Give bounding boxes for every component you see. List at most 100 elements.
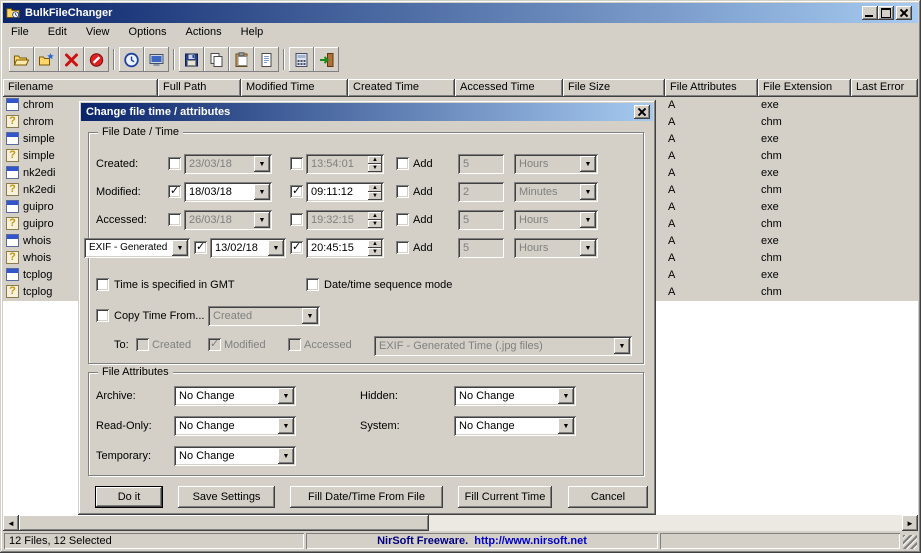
paste-button[interactable]: [229, 47, 254, 72]
spin-up-icon[interactable]: [368, 184, 382, 192]
dropdown-arrow-icon[interactable]: [254, 212, 270, 228]
save-settings-button[interactable]: Save Settings: [178, 486, 275, 508]
modified-time-checkbox[interactable]: [290, 184, 303, 198]
spin-down-icon[interactable]: [368, 192, 382, 200]
fill-current-time-button[interactable]: Fill Current Time: [458, 486, 552, 508]
column-header-file-extension[interactable]: File Extension: [758, 79, 851, 97]
to-accessed-checkbox[interactable]: [288, 338, 301, 351]
spin-up-icon[interactable]: [368, 240, 382, 248]
menu-options[interactable]: Options: [121, 23, 175, 40]
dialog-title-bar[interactable]: Change file time / attributes: [81, 103, 653, 121]
archive-select[interactable]: No Change: [174, 386, 296, 406]
column-header-last-error[interactable]: Last Error: [851, 79, 918, 97]
accessed-add-checkbox[interactable]: [396, 213, 409, 226]
modified-time-field[interactable]: 09:11:12: [306, 182, 384, 202]
accessed-date-picker[interactable]: 26/03/18: [184, 210, 272, 230]
copy-time-checkbox[interactable]: [96, 309, 109, 322]
dropdown-arrow-icon[interactable]: [614, 338, 630, 354]
accessed-date-checkbox[interactable]: [168, 213, 181, 226]
change-time-button[interactable]: [119, 47, 144, 72]
modified-add-value-field[interactable]: 2: [458, 182, 504, 202]
exit-button[interactable]: [314, 47, 339, 72]
created-time-field[interactable]: 13:54:01: [306, 154, 384, 174]
column-header-file-size[interactable]: File Size: [563, 79, 665, 97]
nirsoft-url[interactable]: http://www.nirsoft.net: [474, 535, 587, 547]
minimize-button[interactable]: [862, 6, 878, 20]
spin-up-icon[interactable]: [368, 212, 382, 220]
remove-files-button[interactable]: [59, 47, 84, 72]
column-header-accessed-time[interactable]: Accessed Time: [455, 79, 563, 97]
maximize-button[interactable]: [878, 6, 894, 20]
scroll-left-arrow-icon[interactable]: [3, 515, 19, 531]
column-header-created-time[interactable]: Created Time: [348, 79, 455, 97]
spin-down-icon[interactable]: [368, 164, 382, 172]
modified-date-checkbox[interactable]: [168, 184, 181, 198]
dropdown-arrow-icon[interactable]: [268, 240, 284, 256]
save-button[interactable]: [179, 47, 204, 72]
exif-time-field[interactable]: 20:45:15: [306, 238, 384, 258]
accessed-add-value-field[interactable]: 5: [458, 210, 504, 230]
modified-add-checkbox[interactable]: [396, 185, 409, 198]
fill-from-file-button[interactable]: Fill Date/Time From File: [290, 486, 443, 508]
dropdown-arrow-icon[interactable]: [558, 388, 574, 404]
copy-button[interactable]: [204, 47, 229, 72]
menu-actions[interactable]: Actions: [178, 23, 230, 40]
temporary-select[interactable]: No Change: [174, 446, 296, 466]
do-it-button[interactable]: Do it: [95, 486, 163, 508]
column-header-full-path[interactable]: Full Path: [158, 79, 241, 97]
dropdown-arrow-icon[interactable]: [254, 184, 270, 200]
dropdown-arrow-icon[interactable]: [254, 156, 270, 172]
dropdown-arrow-icon[interactable]: [580, 184, 596, 200]
column-header-modified-time[interactable]: Modified Time: [241, 79, 348, 97]
exif-add-checkbox[interactable]: [396, 241, 409, 254]
spin-up-icon[interactable]: [368, 156, 382, 164]
open-folder-button[interactable]: [9, 47, 34, 72]
dropdown-arrow-icon[interactable]: [558, 418, 574, 434]
column-header-file-attributes[interactable]: File Attributes: [665, 79, 758, 97]
exif-date-picker[interactable]: 13/02/18: [210, 238, 286, 258]
modified-date-picker[interactable]: 18/03/18: [184, 182, 272, 202]
accessed-time-checkbox[interactable]: [290, 213, 303, 226]
close-button[interactable]: [896, 6, 912, 20]
exif-add-unit-select[interactable]: Hours: [514, 238, 598, 258]
created-time-checkbox[interactable]: [290, 157, 303, 170]
sequence-mode-checkbox[interactable]: [306, 278, 319, 291]
exif-time-checkbox[interactable]: [290, 240, 303, 254]
dialog-close-button[interactable]: [634, 105, 650, 119]
dropdown-arrow-icon[interactable]: [278, 448, 294, 464]
cancel-button[interactable]: Cancel: [568, 486, 648, 508]
system-select[interactable]: No Change: [454, 416, 576, 436]
resize-grip[interactable]: [903, 535, 917, 549]
dropdown-arrow-icon[interactable]: [172, 240, 188, 256]
exif-date-checkbox[interactable]: [194, 240, 207, 254]
dropdown-arrow-icon[interactable]: [580, 212, 596, 228]
dropdown-arrow-icon[interactable]: [580, 156, 596, 172]
dropdown-arrow-icon[interactable]: [580, 240, 596, 256]
view-display-button[interactable]: [144, 47, 169, 72]
modified-add-unit-select[interactable]: Minutes: [514, 182, 598, 202]
created-add-value-field[interactable]: 5: [458, 154, 504, 174]
exif-add-value-field[interactable]: 5: [458, 238, 504, 258]
menu-help[interactable]: Help: [233, 23, 272, 40]
created-date-picker[interactable]: 23/03/18: [184, 154, 272, 174]
to-destination-select[interactable]: EXIF - Generated Time (.jpg files): [374, 336, 632, 356]
advanced-options-button[interactable]: [289, 47, 314, 72]
dropdown-arrow-icon[interactable]: [278, 388, 294, 404]
column-header-filename[interactable]: Filename: [3, 79, 158, 97]
add-files-button[interactable]: [34, 47, 59, 72]
created-add-unit-select[interactable]: Hours: [514, 154, 598, 174]
gmt-checkbox[interactable]: [96, 278, 109, 291]
accessed-add-unit-select[interactable]: Hours: [514, 210, 598, 230]
dropdown-arrow-icon[interactable]: [302, 308, 318, 324]
spin-down-icon[interactable]: [368, 248, 382, 256]
spin-down-icon[interactable]: [368, 220, 382, 228]
scrollbar-thumb[interactable]: [19, 515, 429, 531]
stop-button[interactable]: [84, 47, 109, 72]
to-created-checkbox[interactable]: [136, 338, 149, 351]
to-modified-checkbox[interactable]: [208, 337, 221, 351]
menu-file[interactable]: File: [3, 23, 37, 40]
accessed-time-field[interactable]: 19:32:15: [306, 210, 384, 230]
dropdown-arrow-icon[interactable]: [278, 418, 294, 434]
copy-time-source-select[interactable]: Created: [208, 306, 320, 326]
properties-button[interactable]: [254, 47, 279, 72]
